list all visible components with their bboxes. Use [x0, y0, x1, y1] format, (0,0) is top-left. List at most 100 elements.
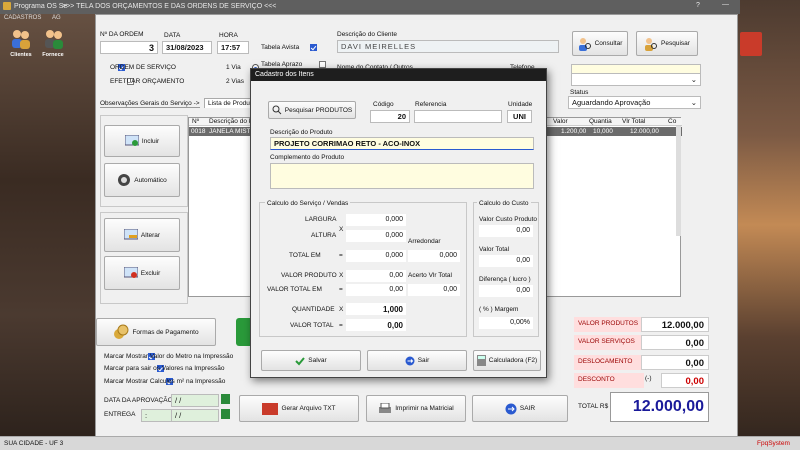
row-n: 0018	[191, 128, 206, 135]
alterar-button[interactable]: Alterar	[104, 218, 180, 252]
hora-field[interactable]: 17:57	[217, 41, 249, 54]
one-via-label: 1 Via	[226, 64, 241, 71]
help-button[interactable]: ?	[696, 2, 700, 9]
ordem-servico-label: ORDEM DE SERVIÇO	[110, 64, 176, 71]
total-em-field: 0,000	[346, 250, 406, 262]
acerto-field[interactable]: 0,00	[408, 284, 460, 296]
clientes-label: Clientes	[10, 52, 32, 58]
status-brand: FpqSystem	[757, 440, 790, 447]
descricao-field[interactable]: PROJETO CORRIMAO RETO - ACO-INOX	[270, 137, 534, 150]
sair-valores-label: Marcar para sair os Valores na Impressão	[104, 365, 225, 372]
unidade-field[interactable]: UNI	[507, 110, 532, 123]
cliente-label: Descrição do Cliente	[337, 31, 397, 38]
quantidade-label: QUANTIDADE	[292, 306, 335, 313]
valor-custo-field[interactable]: 0,00	[479, 225, 533, 237]
sair-main-button[interactable]: SAIR	[472, 395, 568, 422]
cidade-select[interactable]: ⌄	[571, 73, 701, 86]
search-icon	[272, 105, 282, 115]
entrega-label: ENTREGA	[104, 411, 136, 418]
dialog-title: Cadastro dos Itens	[251, 69, 546, 81]
clientes-button[interactable]: Clientes	[6, 28, 36, 64]
valor-custo-label: Valor Custo Produto	[479, 216, 538, 223]
menu-ag[interactable]: AG	[52, 15, 61, 21]
cliente-field[interactable]: DAVI MEIRELLES	[337, 40, 559, 53]
codigo-field[interactable]: 20	[370, 110, 410, 123]
row-valor: 1.200,00	[561, 128, 587, 135]
custo-title: Calculo do Custo	[477, 200, 531, 207]
data-aprovacao-field[interactable]: / /	[171, 394, 219, 407]
status-value: Aguardando Aprovação	[572, 98, 651, 107]
valor-total-em-label: VALOR TOTAL EM	[267, 286, 322, 293]
exit-app-icon[interactable]	[740, 32, 762, 56]
descricao-label: Descrição do Produto	[270, 129, 333, 136]
hora-label: HORA	[219, 32, 238, 39]
data-field[interactable]: 31/08/2023	[162, 41, 212, 54]
sair-main-label: SAIR	[519, 405, 536, 412]
salvar-button[interactable]: Salvar	[261, 350, 361, 371]
tabela-avista-checkbox[interactable]	[310, 44, 317, 51]
total-em-equals: =	[339, 252, 343, 259]
data-aprovacao-label: DATA DA APROVAÇÃO	[104, 397, 173, 404]
mostrar-calculos-label: Marcar Mostrar Calculos m² na Impressão	[104, 378, 226, 385]
automatico-button[interactable]: Automático	[104, 163, 180, 197]
valor-total-field: 0,00	[346, 319, 406, 331]
status-select[interactable]: Aguardando Aprovação ⌄	[568, 96, 701, 109]
times-sign: X	[339, 272, 344, 279]
diferenca-label: Diferença ( lucro )	[479, 276, 531, 283]
arredondar-label: Arredondar	[408, 238, 441, 245]
n-ordem-field[interactable]: 3	[100, 41, 158, 54]
entrega-data-field[interactable]: / /	[171, 409, 219, 422]
pesquisar-cliente-button[interactable]: Pesquisar	[636, 31, 698, 56]
check-icon	[295, 356, 306, 365]
tabela-avista-label: Tabela Avista	[261, 44, 300, 51]
arredondar-field[interactable]: 0,000	[408, 250, 460, 262]
consultar-button[interactable]: Consultar	[572, 31, 628, 56]
txt-file-icon	[262, 402, 279, 415]
calc-title: Calculo do Serviço / Vendas	[265, 200, 351, 207]
valor-produto-field[interactable]: 0,00	[346, 270, 406, 282]
chevron-down-icon: ⌄	[690, 98, 697, 107]
calculadora-button[interactable]: Calculadora (F2)	[473, 350, 541, 371]
desconto-value[interactable]: 0,00	[661, 373, 709, 388]
delete-icon	[123, 267, 138, 278]
calendar-icon[interactable]	[221, 409, 230, 419]
two-vias-label: 2 Vias	[226, 78, 244, 85]
times-sign: X	[339, 306, 344, 313]
cadastro-itens-dialog: Cadastro dos Itens Pesquisar PRODUTOS Có…	[250, 68, 547, 378]
incluir-button[interactable]: Incluir	[104, 125, 180, 157]
total-em-label: TOTAL EM	[289, 252, 321, 259]
fornecedores-button[interactable]: Fornece	[38, 28, 68, 64]
altura-field[interactable]: 0,000	[346, 230, 406, 242]
gerar-txt-button[interactable]: Gerar Arquivo TXT	[239, 395, 359, 422]
tab-observacoes[interactable]: Observações Gerais do Serviço ->	[100, 100, 200, 108]
complemento-field[interactable]	[270, 163, 534, 189]
total-label: TOTAL R$	[578, 403, 609, 410]
background-photo-right	[738, 0, 800, 450]
window-titlebar: Programa OS Se >>> TELA DOS ORÇAMENTOS E…	[0, 0, 740, 14]
calendar-icon[interactable]	[221, 394, 230, 404]
tabela-aprazo-checkbox[interactable]	[318, 61, 326, 68]
row-quantia: 10,000	[593, 128, 613, 135]
consultar-label: Consultar	[594, 40, 623, 47]
deslocamento-value[interactable]: 0,00	[641, 355, 709, 370]
valor-total-label: VALOR TOTAL	[290, 322, 334, 329]
pesquisar-produtos-button[interactable]: Pesquisar PRODUTOS	[268, 101, 356, 119]
entrega-hora-field[interactable]: :	[141, 409, 173, 422]
largura-field[interactable]: 0,000	[346, 214, 406, 226]
valor-produtos-value: 12.000,00	[641, 317, 709, 332]
incluir-label: Incluir	[141, 137, 160, 145]
window-subtitle: >>> TELA DOS ORÇAMENTOS E DAS ORDENS DE …	[62, 3, 277, 10]
referencia-field[interactable]	[414, 110, 502, 123]
formas-pagamento-button[interactable]: Formas de Pagamento	[96, 318, 216, 346]
minimize-button[interactable]: —	[722, 1, 729, 8]
pesquisar-cliente-label: Pesquisar	[661, 40, 690, 47]
imprimir-matricial-button[interactable]: Imprimir na Matricial	[366, 395, 466, 422]
grid-scrollbar[interactable]	[676, 126, 681, 236]
excluir-button[interactable]: Excluir	[104, 256, 180, 290]
menu-cadastros[interactable]: CADASTROS	[4, 15, 41, 21]
row-total: 12.000,00	[630, 128, 659, 135]
quantidade-field[interactable]: 1,000	[346, 303, 406, 315]
calculadora-label: Calculadora (F2)	[488, 357, 538, 364]
valor-total-custo-field: 0,00	[479, 255, 533, 267]
sair-dialog-button[interactable]: Sair	[367, 350, 467, 371]
